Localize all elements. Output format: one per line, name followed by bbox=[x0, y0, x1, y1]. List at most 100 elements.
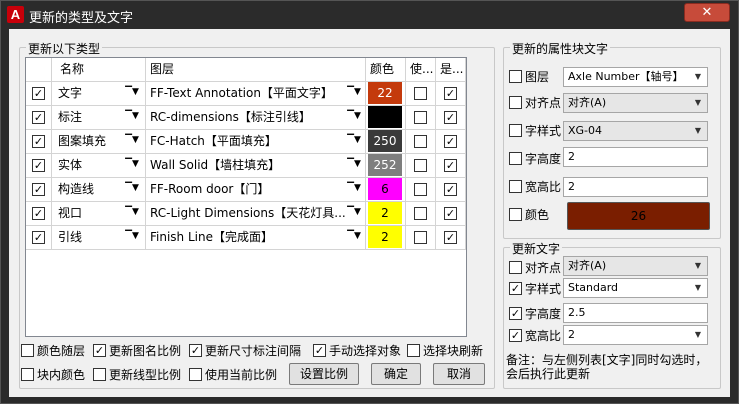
table-row-color-cell[interactable]: 2 bbox=[366, 226, 406, 250]
row-use-checkbox[interactable] bbox=[414, 111, 427, 124]
text-style-combo[interactable]: Standard ▼ bbox=[563, 278, 708, 298]
dropdown-arrow-icon[interactable]: ▔▼ bbox=[346, 133, 362, 150]
table-row-layer-cell[interactable]: RC-dimensions【标注引线】 ▔▼ bbox=[146, 106, 366, 130]
title-bar[interactable]: A 更新的类型及文字 ✕ bbox=[1, 1, 738, 29]
text-align-combo[interactable]: 对齐(A) ▼ bbox=[563, 256, 708, 276]
attr-height-input[interactable]: 2 bbox=[563, 147, 708, 167]
grid-header-name[interactable]: 名称 bbox=[52, 58, 146, 82]
dropdown-arrow-icon[interactable]: ▔▼ bbox=[346, 181, 362, 198]
row-enable-checkbox[interactable]: ✓ bbox=[32, 183, 45, 196]
row-use-checkbox[interactable] bbox=[414, 135, 427, 148]
row-enable-checkbox[interactable]: ✓ bbox=[32, 231, 45, 244]
color-swatch[interactable]: 6 bbox=[368, 178, 402, 200]
row-enable-checkbox[interactable]: ✓ bbox=[32, 135, 45, 148]
table-row-layer-cell[interactable]: FF-Room door【门】 ▔▼ bbox=[146, 178, 366, 202]
color-swatch[interactable]: 250 bbox=[368, 130, 402, 152]
option-checkbox[interactable] bbox=[407, 344, 420, 357]
row-use-checkbox[interactable] bbox=[414, 159, 427, 172]
row-is-checkbox[interactable]: ✓ bbox=[444, 183, 457, 196]
table-row-color-cell[interactable]: 22 bbox=[366, 82, 406, 106]
dropdown-arrow-icon[interactable]: ▔▼ bbox=[124, 85, 140, 102]
attr-align-checkbox[interactable] bbox=[509, 96, 522, 109]
table-row-layer-cell[interactable]: RC-Light Dimensions【天花灯具... ▔▼ bbox=[146, 202, 366, 226]
row-enable-checkbox[interactable]: ✓ bbox=[32, 87, 45, 100]
row-is-checkbox[interactable]: ✓ bbox=[444, 159, 457, 172]
table-row-color-cell[interactable]: 2 bbox=[366, 202, 406, 226]
dropdown-arrow-icon[interactable]: ▔▼ bbox=[124, 229, 140, 246]
option-checkbox[interactable]: ✓ bbox=[189, 344, 202, 357]
attr-style-combo[interactable]: XG-04 ▼ bbox=[563, 121, 708, 141]
dropdown-arrow-icon[interactable]: ▔▼ bbox=[346, 157, 362, 174]
color-swatch[interactable]: 2 bbox=[368, 202, 402, 224]
table-row-name-cell[interactable]: 引线 ▔▼ bbox=[52, 226, 146, 250]
table-row-name-cell[interactable]: 图案填充 ▔▼ bbox=[52, 130, 146, 154]
dropdown-arrow-icon[interactable]: ▔▼ bbox=[346, 229, 362, 246]
dropdown-arrow-icon[interactable]: ▔▼ bbox=[124, 133, 140, 150]
close-button[interactable]: ✕ bbox=[684, 3, 730, 22]
attr-color-swatch[interactable]: 26 bbox=[567, 202, 710, 230]
attr-width-input[interactable]: 2 bbox=[563, 177, 708, 197]
row-use-checkbox[interactable] bbox=[414, 207, 427, 220]
row-is-checkbox[interactable]: ✓ bbox=[444, 207, 457, 220]
row-use-checkbox[interactable] bbox=[414, 231, 427, 244]
table-row-layer-cell[interactable]: FC-Hatch【平面填充】 ▔▼ bbox=[146, 130, 366, 154]
ok-button[interactable]: 确定 bbox=[371, 363, 421, 385]
dropdown-arrow-icon[interactable]: ▔▼ bbox=[346, 205, 362, 222]
option-checkbox[interactable] bbox=[21, 368, 34, 381]
dropdown-arrow-icon[interactable]: ▔▼ bbox=[124, 205, 140, 222]
table-row-color-cell[interactable]: 6 bbox=[366, 178, 406, 202]
grid-header-layer[interactable]: 图层 bbox=[146, 58, 366, 82]
text-height-checkbox[interactable]: ✓ bbox=[509, 307, 522, 320]
text-height-input[interactable]: 2.5 bbox=[563, 303, 708, 323]
table-row-color-cell[interactable]: 252 bbox=[366, 154, 406, 178]
attr-width-checkbox[interactable] bbox=[509, 180, 522, 193]
dropdown-arrow-icon[interactable]: ▔▼ bbox=[346, 109, 362, 126]
cancel-button[interactable]: 取消 bbox=[433, 363, 485, 385]
dropdown-arrow-icon[interactable]: ▔▼ bbox=[124, 181, 140, 198]
table-row-name-cell[interactable]: 文字 ▔▼ bbox=[52, 82, 146, 106]
grid-header-is[interactable]: 是... bbox=[436, 58, 466, 82]
option-checkbox[interactable]: ✓ bbox=[93, 344, 106, 357]
color-swatch[interactable]: 2 bbox=[368, 226, 402, 248]
option-checkbox[interactable] bbox=[189, 368, 202, 381]
option-checkbox[interactable]: ✓ bbox=[313, 344, 326, 357]
dropdown-arrow-icon[interactable]: ▔▼ bbox=[346, 85, 362, 102]
text-style-checkbox[interactable]: ✓ bbox=[509, 282, 522, 295]
row-enable-checkbox[interactable]: ✓ bbox=[32, 159, 45, 172]
row-use-checkbox[interactable] bbox=[414, 183, 427, 196]
attr-align-combo[interactable]: 对齐(A) ▼ bbox=[563, 93, 708, 113]
attr-color-checkbox[interactable] bbox=[509, 208, 522, 221]
row-enable-checkbox[interactable]: ✓ bbox=[32, 111, 45, 124]
table-row-name-cell[interactable]: 构造线 ▔▼ bbox=[52, 178, 146, 202]
attr-style-checkbox[interactable] bbox=[509, 124, 522, 137]
dropdown-arrow-icon[interactable]: ▔▼ bbox=[124, 109, 140, 126]
table-row-name-cell[interactable]: 视口 ▔▼ bbox=[52, 202, 146, 226]
row-is-checkbox[interactable]: ✓ bbox=[444, 135, 457, 148]
dropdown-arrow-icon[interactable]: ▔▼ bbox=[124, 157, 140, 174]
row-enable-checkbox[interactable]: ✓ bbox=[32, 207, 45, 220]
table-row-color-cell[interactable] bbox=[366, 106, 406, 130]
color-swatch[interactable]: 22 bbox=[368, 82, 402, 104]
grid-header-color[interactable]: 颜色 bbox=[366, 58, 406, 82]
color-swatch[interactable]: 252 bbox=[368, 154, 402, 176]
row-is-checkbox[interactable]: ✓ bbox=[444, 111, 457, 124]
grid-header-use[interactable]: 使... bbox=[406, 58, 436, 82]
text-width-checkbox[interactable]: ✓ bbox=[509, 329, 522, 342]
text-width-combo[interactable]: 2 ▼ bbox=[563, 325, 708, 345]
text-align-checkbox[interactable] bbox=[509, 261, 522, 274]
row-is-checkbox[interactable]: ✓ bbox=[444, 87, 457, 100]
set-scale-button[interactable]: 设置比例 bbox=[289, 363, 359, 385]
table-row-layer-cell[interactable]: Finish Line【完成面】 ▔▼ bbox=[146, 226, 366, 250]
color-swatch[interactable] bbox=[368, 106, 402, 128]
row-is-checkbox[interactable]: ✓ bbox=[444, 231, 457, 244]
table-row-name-cell[interactable]: 实体 ▔▼ bbox=[52, 154, 146, 178]
table-row-name-cell[interactable]: 标注 ▔▼ bbox=[52, 106, 146, 130]
attr-layer-checkbox[interactable] bbox=[509, 70, 522, 83]
attr-layer-combo[interactable]: Axle Number【轴号】 ▼ bbox=[563, 67, 708, 87]
option-checkbox[interactable] bbox=[93, 368, 106, 381]
row-use-checkbox[interactable] bbox=[414, 87, 427, 100]
table-row-color-cell[interactable]: 250 bbox=[366, 130, 406, 154]
attr-height-checkbox[interactable] bbox=[509, 152, 522, 165]
table-row-layer-cell[interactable]: Wall Solid【墙柱填充】 ▔▼ bbox=[146, 154, 366, 178]
option-checkbox[interactable] bbox=[21, 344, 34, 357]
